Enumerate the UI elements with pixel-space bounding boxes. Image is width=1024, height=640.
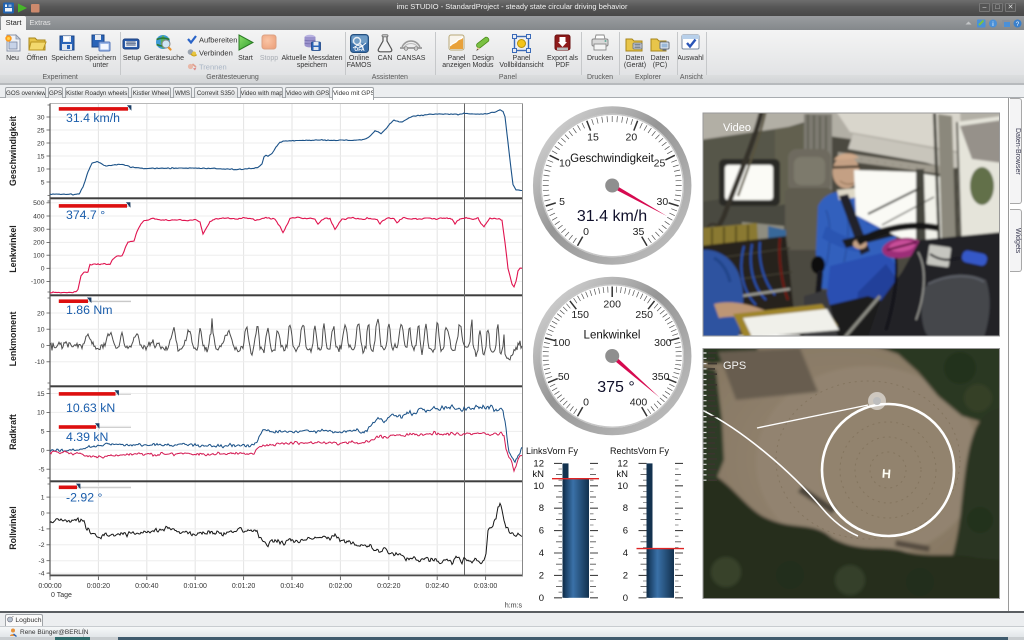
svg-text:Lenkwinkel: Lenkwinkel xyxy=(584,330,641,342)
svg-text:35: 35 xyxy=(633,226,645,238)
svg-text:0:01:00: 0:01:00 xyxy=(184,583,207,590)
svg-text:10: 10 xyxy=(37,410,45,417)
svg-text:RechtsVorn Fy: RechtsVorn Fy xyxy=(610,446,670,456)
svg-text:0: 0 xyxy=(623,593,628,604)
svg-text:-5: -5 xyxy=(38,467,44,474)
svg-text:8: 8 xyxy=(623,503,628,514)
svg-text:Rollwinkel: Rollwinkel xyxy=(8,506,18,550)
svg-text:0:01:20: 0:01:20 xyxy=(232,583,255,590)
svg-text:10: 10 xyxy=(533,481,544,492)
svg-text:0: 0 xyxy=(41,448,45,455)
svg-text:400: 400 xyxy=(630,396,648,408)
svg-text:15: 15 xyxy=(37,391,45,398)
svg-text:0: 0 xyxy=(41,343,45,350)
svg-text:0: 0 xyxy=(583,226,589,238)
svg-text:10: 10 xyxy=(37,166,45,173)
svg-text:0:02:20: 0:02:20 xyxy=(377,583,400,590)
svg-text:31.4 km/h: 31.4 km/h xyxy=(66,111,120,125)
svg-text:0: 0 xyxy=(41,510,45,517)
svg-text:Geschwindigkeit: Geschwindigkeit xyxy=(570,153,655,165)
svg-text:-2: -2 xyxy=(38,542,44,549)
svg-text:0:02:40: 0:02:40 xyxy=(426,583,449,590)
svg-text:2: 2 xyxy=(539,570,544,581)
svg-text:20: 20 xyxy=(37,310,45,317)
svg-text:300: 300 xyxy=(33,227,45,234)
svg-text:kN: kN xyxy=(616,469,628,480)
svg-text:5: 5 xyxy=(559,196,565,208)
svg-text:12: 12 xyxy=(533,458,544,469)
svg-text:100: 100 xyxy=(33,253,45,260)
svg-text:25: 25 xyxy=(37,127,45,134)
svg-text:0:00:00: 0:00:00 xyxy=(38,583,61,590)
svg-text:4: 4 xyxy=(539,548,544,559)
svg-text:374.7 °: 374.7 ° xyxy=(66,208,105,222)
svg-text:15: 15 xyxy=(587,131,599,143)
svg-text:150: 150 xyxy=(571,309,589,321)
svg-text:i: i xyxy=(992,21,993,28)
svg-text:20: 20 xyxy=(37,140,45,147)
svg-text:10.63 kN: 10.63 kN xyxy=(66,401,115,415)
svg-text:31.4 km/h: 31.4 km/h xyxy=(577,208,647,225)
svg-text:200: 200 xyxy=(33,240,45,247)
svg-text:12: 12 xyxy=(617,458,628,469)
svg-text:0:01:40: 0:01:40 xyxy=(280,583,303,590)
svg-text:50: 50 xyxy=(558,371,570,383)
svg-text:Radkraft: Radkraft xyxy=(8,414,18,450)
svg-text:0:02:00: 0:02:00 xyxy=(329,583,352,590)
svg-text:350: 350 xyxy=(652,371,670,383)
svg-text:1: 1 xyxy=(41,494,45,501)
svg-text:0:00:20: 0:00:20 xyxy=(87,583,110,590)
svg-text:-1: -1 xyxy=(38,526,44,533)
svg-text:-4: -4 xyxy=(38,571,44,578)
svg-text:0: 0 xyxy=(539,593,544,604)
svg-text:20: 20 xyxy=(626,131,638,143)
svg-text:H: H xyxy=(881,467,891,482)
svg-text:-100: -100 xyxy=(31,279,45,286)
svg-text:h:m:s: h:m:s xyxy=(505,603,523,610)
svg-text:6: 6 xyxy=(539,526,544,537)
svg-text:0: 0 xyxy=(583,396,589,408)
svg-text:Geschwindigkeit: Geschwindigkeit xyxy=(8,116,18,186)
svg-text:500: 500 xyxy=(33,200,45,207)
svg-text:375 °: 375 ° xyxy=(597,379,635,396)
svg-text:-2.92 °: -2.92 ° xyxy=(66,491,102,505)
svg-text:LinksVorn Fy: LinksVorn Fy xyxy=(526,446,579,456)
svg-text:5: 5 xyxy=(41,429,45,436)
svg-text:6: 6 xyxy=(623,526,628,537)
svg-text:30: 30 xyxy=(657,196,669,208)
svg-text:Lenkwinkel: Lenkwinkel xyxy=(8,225,18,272)
svg-text:kN: kN xyxy=(532,469,544,480)
svg-text:-10: -10 xyxy=(35,359,45,366)
svg-text:5: 5 xyxy=(41,179,45,186)
svg-text:10: 10 xyxy=(617,481,628,492)
svg-text:100: 100 xyxy=(553,337,571,349)
svg-text:15: 15 xyxy=(37,153,45,160)
svg-text:30: 30 xyxy=(37,114,45,121)
svg-text:400: 400 xyxy=(33,213,45,220)
svg-text:GPS: GPS xyxy=(723,360,746,372)
svg-text:-3: -3 xyxy=(38,558,44,565)
svg-text:250: 250 xyxy=(635,309,653,321)
svg-text:0 Tage: 0 Tage xyxy=(51,592,72,599)
svg-text:1.86 Nm: 1.86 Nm xyxy=(66,303,112,317)
svg-text:0:00:40: 0:00:40 xyxy=(135,583,158,590)
svg-text:2: 2 xyxy=(623,570,628,581)
svg-text:Lenkmoment: Lenkmoment xyxy=(8,312,18,367)
svg-text:0:03:00: 0:03:00 xyxy=(474,583,497,590)
svg-text:10: 10 xyxy=(37,327,45,334)
svg-text:Video: Video xyxy=(723,122,751,134)
svg-text:300: 300 xyxy=(654,337,672,349)
svg-text:200: 200 xyxy=(603,298,621,310)
svg-text:10: 10 xyxy=(559,158,571,170)
svg-text:4: 4 xyxy=(623,548,628,559)
svg-text:25: 25 xyxy=(654,158,666,170)
svg-text:8: 8 xyxy=(539,503,544,514)
svg-text:4.39 kN: 4.39 kN xyxy=(66,430,108,444)
svg-text:0: 0 xyxy=(41,266,45,273)
